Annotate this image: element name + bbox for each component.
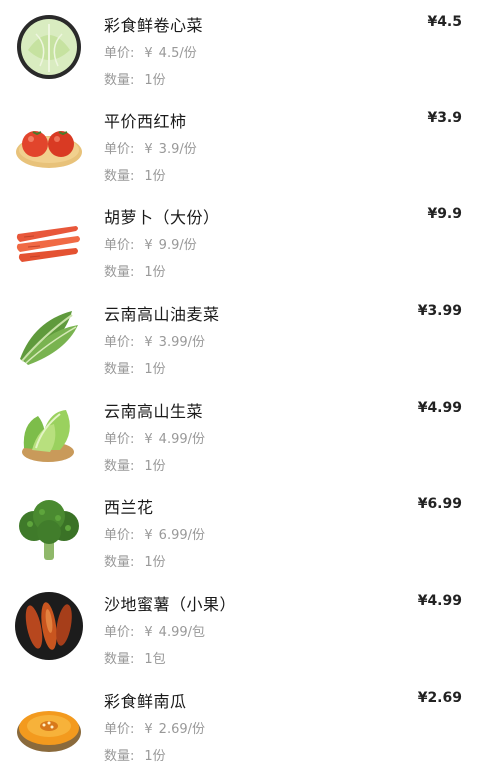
broccoli-icon: [14, 494, 84, 564]
item-price: ¥6.99: [417, 496, 462, 512]
unit-price-value: 6.99/份: [158, 528, 205, 543]
item-price: ¥2.69: [417, 690, 462, 706]
unit-price-label: 单价:: [104, 238, 135, 253]
quantity-value: 1份: [144, 265, 166, 280]
item-name: 西兰花: [104, 498, 154, 517]
quantity-label: 数量:: [104, 459, 135, 474]
unit-price-label: 单价:: [104, 142, 135, 157]
item-name: 胡萝卜（大份）: [104, 208, 220, 227]
unit-price-row: 单价: ¥2.69/份: [104, 718, 205, 737]
unit-price-row: 单价: ¥4.5/份: [104, 42, 197, 61]
tomato-icon: [14, 108, 84, 178]
unit-price-label: 单价:: [104, 722, 135, 737]
quantity-value: 1份: [144, 362, 166, 377]
quantity-row: 数量: 1份: [104, 165, 166, 184]
carrot-icon: [14, 204, 84, 274]
sweet-potato-icon: [14, 591, 84, 661]
currency-symbol: ¥: [144, 528, 153, 543]
unit-price-value: 9.9/份: [158, 238, 197, 253]
order-item[interactable]: 西兰花 ¥6.99 单价: ¥6.99/份 数量: 1份: [0, 482, 480, 578]
item-price: ¥4.99: [417, 593, 462, 609]
quantity-value: 1份: [144, 749, 166, 764]
unit-price-value: 4.99/包: [158, 625, 205, 640]
currency-symbol: ¥: [144, 142, 153, 157]
item-price: ¥4.5: [427, 14, 462, 30]
unit-price-row: 单价: ¥4.99/份: [104, 428, 205, 447]
order-item[interactable]: 平价西红柿 ¥3.9 单价: ¥3.9/份 数量: 1份: [0, 96, 480, 192]
order-item[interactable]: 沙地蜜薯（小果） ¥4.99 单价: ¥4.99/包 数量: 1包: [0, 579, 480, 675]
quantity-value: 1份: [144, 73, 166, 88]
unit-price-label: 单价:: [104, 432, 135, 447]
item-name: 彩食鲜南瓜: [104, 692, 187, 711]
quantity-value: 1份: [144, 459, 166, 474]
item-name: 沙地蜜薯（小果）: [104, 595, 237, 614]
unit-price-row: 单价: ¥4.99/包: [104, 621, 205, 640]
order-item-list: 彩食鲜卷心菜 ¥4.5 单价: ¥4.5/份 数量: 1份 平价西红柿 ¥3.9: [0, 0, 480, 774]
quantity-value: 1包: [144, 652, 166, 667]
currency-symbol: ¥: [144, 625, 153, 640]
unit-price-label: 单价:: [104, 528, 135, 543]
quantity-label: 数量:: [104, 265, 135, 280]
item-price: ¥9.9: [427, 206, 462, 222]
unit-price-value: 3.9/份: [158, 142, 197, 157]
unit-price-value: 4.99/份: [158, 432, 205, 447]
order-item[interactable]: 云南高山油麦菜 ¥3.99 单价: ¥3.99/份 数量: 1份: [0, 289, 480, 385]
unit-price-value: 3.99/份: [158, 335, 205, 350]
quantity-value: 1份: [144, 555, 166, 570]
cabbage-icon: [14, 12, 84, 82]
order-item[interactable]: 彩食鲜卷心菜 ¥4.5 单价: ¥4.5/份 数量: 1份: [0, 0, 480, 96]
quantity-row: 数量: 1份: [104, 358, 166, 377]
order-item[interactable]: 胡萝卜（大份） ¥9.9 单价: ¥9.9/份 数量: 1份: [0, 192, 480, 288]
unit-price-row: 单价: ¥6.99/份: [104, 524, 205, 543]
currency-symbol: ¥: [144, 46, 153, 61]
lettuce-leaf-icon: [14, 301, 84, 371]
item-name: 云南高山油麦菜: [104, 305, 220, 324]
quantity-label: 数量:: [104, 749, 135, 764]
unit-price-value: 2.69/份: [158, 722, 205, 737]
unit-price-row: 单价: ¥3.9/份: [104, 138, 197, 157]
unit-price-value: 4.5/份: [158, 46, 197, 61]
item-price: ¥3.99: [417, 303, 462, 319]
quantity-label: 数量:: [104, 555, 135, 570]
currency-symbol: ¥: [144, 722, 153, 737]
quantity-label: 数量:: [104, 362, 135, 377]
quantity-row: 数量: 1份: [104, 69, 166, 88]
currency-symbol: ¥: [144, 432, 153, 447]
item-name: 平价西红柿: [104, 112, 187, 131]
quantity-row: 数量: 1份: [104, 261, 166, 280]
item-price: ¥3.9: [427, 110, 462, 126]
quantity-label: 数量:: [104, 169, 135, 184]
quantity-label: 数量:: [104, 73, 135, 88]
order-item[interactable]: 云南高山生菜 ¥4.99 单价: ¥4.99/份 数量: 1份: [0, 386, 480, 482]
quantity-row: 数量: 1包: [104, 648, 166, 667]
pumpkin-icon: [14, 688, 84, 758]
currency-symbol: ¥: [144, 238, 153, 253]
quantity-value: 1份: [144, 169, 166, 184]
item-name: 云南高山生菜: [104, 402, 204, 421]
unit-price-row: 单价: ¥9.9/份: [104, 234, 197, 253]
quantity-row: 数量: 1份: [104, 745, 166, 764]
unit-price-label: 单价:: [104, 335, 135, 350]
item-name: 彩食鲜卷心菜: [104, 16, 204, 35]
order-item[interactable]: 彩食鲜南瓜 ¥2.69 单价: ¥2.69/份 数量: 1份: [0, 676, 480, 772]
lettuce-icon: [14, 398, 84, 468]
unit-price-row: 单价: ¥3.99/份: [104, 331, 205, 350]
quantity-label: 数量:: [104, 652, 135, 667]
unit-price-label: 单价:: [104, 46, 135, 61]
quantity-row: 数量: 1份: [104, 551, 166, 570]
currency-symbol: ¥: [144, 335, 153, 350]
unit-price-label: 单价:: [104, 625, 135, 640]
item-price: ¥4.99: [417, 400, 462, 416]
quantity-row: 数量: 1份: [104, 455, 166, 474]
